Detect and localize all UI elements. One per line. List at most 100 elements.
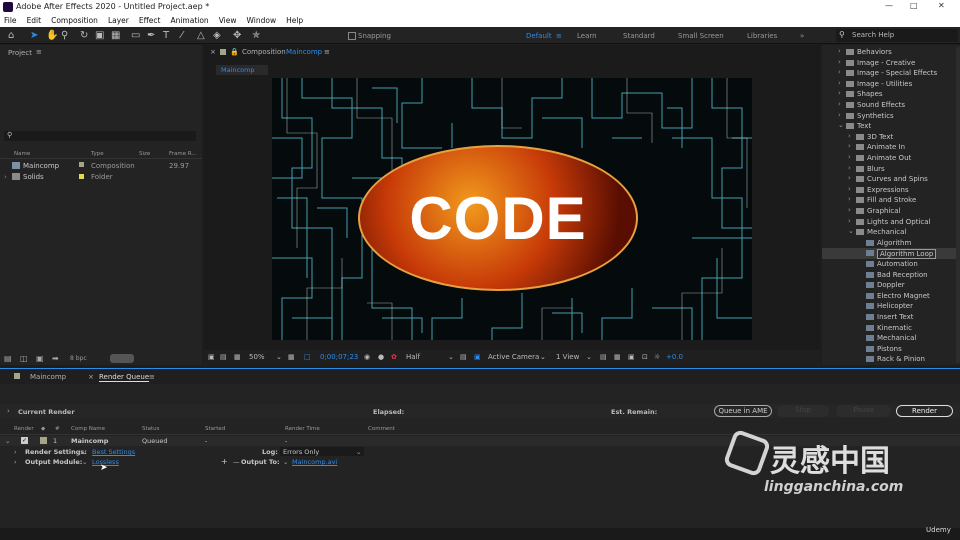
effects-tree-item[interactable]: › Graphical — [822, 206, 956, 217]
menu-edit[interactable]: Edit — [27, 16, 42, 25]
chevron-down-icon[interactable]: ⌄ — [838, 121, 844, 129]
lock-icon[interactable]: 🔒 — [230, 48, 239, 56]
table-row[interactable]: › Solids Folder — [0, 172, 202, 182]
effects-tree-item[interactable]: Helicopter — [822, 301, 956, 312]
menu-layer[interactable]: Layer — [108, 16, 129, 25]
flowchart-icon[interactable]: ⊡ — [642, 353, 648, 361]
col-render[interactable]: Render — [14, 426, 34, 432]
render-icon[interactable]: ▦ — [614, 353, 621, 361]
workspace-learn[interactable]: Learn — [577, 32, 597, 40]
render-button[interactable]: Render — [896, 405, 953, 417]
effects-tree-item[interactable]: › Blurs — [822, 164, 956, 175]
delete-icon[interactable] — [110, 354, 134, 363]
interpret-footage-icon[interactable]: ▤ — [4, 354, 12, 363]
chevron-right-icon[interactable]: › — [848, 195, 851, 203]
panel-menu-icon[interactable]: ≡ — [36, 48, 42, 56]
exposure-value[interactable]: +0.0 — [666, 353, 683, 361]
pan-behind-tool-icon[interactable]: ▦ — [111, 30, 120, 41]
menu-window[interactable]: Window — [247, 16, 277, 25]
reset-exposure-icon[interactable]: ☼ — [654, 353, 660, 361]
view-layout[interactable]: 1 View — [556, 353, 579, 361]
workspace-small-screen[interactable]: Small Screen — [678, 32, 724, 40]
resolution[interactable]: Half — [406, 353, 420, 361]
chevron-down-icon[interactable]: ⌄ — [82, 448, 87, 456]
render-settings-link[interactable]: Best Settings — [92, 448, 135, 456]
monitor-icon[interactable]: ▤ — [220, 353, 227, 361]
col-comment[interactable]: Comment — [368, 426, 395, 432]
col-name[interactable]: Name — [14, 151, 30, 157]
tab-maincomp[interactable]: Maincomp — [30, 373, 66, 381]
zoom-tool-icon[interactable]: ⚲ — [61, 30, 68, 41]
chevron-right-icon[interactable]: › — [848, 206, 851, 214]
magnification[interactable]: 50% — [249, 353, 265, 361]
effects-tree-item[interactable]: Bad Reception — [822, 270, 956, 281]
col-number[interactable]: # — [55, 426, 60, 432]
chevron-right-icon[interactable]: › — [838, 68, 841, 76]
rotate-tool-icon[interactable]: ↻ — [80, 30, 88, 41]
effects-tree-item[interactable]: Electro Magnet — [822, 291, 956, 302]
expand-arrow-icon[interactable]: › — [14, 458, 17, 466]
effects-tree-item[interactable]: › Curves and Spins — [822, 174, 956, 185]
eraser-tool-icon[interactable]: ◈ — [213, 30, 221, 41]
collapse-arrow-icon[interactable]: ⌄ — [5, 437, 10, 445]
chevron-right-icon[interactable]: › — [848, 217, 851, 225]
brush-tool-icon[interactable]: ⁄ — [181, 30, 183, 41]
output-to-link[interactable]: Maincomp.avi — [292, 458, 337, 466]
chevron-down-icon[interactable]: ⌄ — [848, 227, 854, 235]
camera-view[interactable]: Active Camera — [488, 353, 539, 361]
3d-draft-icon[interactable]: ▣ — [628, 353, 635, 361]
workspace-default[interactable]: Default — [526, 32, 552, 40]
col-type[interactable]: Type — [91, 151, 104, 157]
effects-tree-item[interactable]: › Sound Effects — [822, 100, 956, 111]
transparency-grid-icon[interactable]: ▣ — [474, 353, 481, 361]
label-color-swatch[interactable] — [40, 437, 47, 444]
composition-canvas[interactable]: CODE — [272, 78, 752, 340]
log-select[interactable]: Errors Only — [280, 447, 364, 456]
chevron-down-icon[interactable]: ⌄ — [586, 353, 592, 361]
effects-tree-item[interactable]: › Expressions — [822, 185, 956, 196]
col-frame-rate[interactable]: Frame R... — [169, 151, 197, 157]
menu-effect[interactable]: Effect — [139, 16, 161, 25]
expand-arrow-icon[interactable]: › — [4, 173, 7, 181]
effects-tree-item[interactable]: Kinematic — [822, 323, 956, 334]
effects-tree-item[interactable]: Insert Text — [822, 312, 956, 323]
chevron-right-icon[interactable]: › — [838, 111, 841, 119]
effects-tree-item[interactable]: › Image - Utilities — [822, 79, 956, 90]
render-checkbox[interactable]: ✓ — [21, 437, 28, 444]
col-size[interactable]: Size — [139, 151, 150, 157]
shape-tool-icon[interactable]: ▭ — [131, 30, 140, 41]
workspace-libraries[interactable]: Libraries — [747, 32, 777, 40]
tab-render-queue[interactable]: Render Queue — [99, 373, 150, 382]
effects-scrollbar[interactable] — [956, 47, 960, 363]
new-composition-icon[interactable]: ▣ — [36, 354, 44, 363]
grid-icon[interactable]: ▦ — [234, 353, 241, 361]
effects-tree-item[interactable]: Pistons — [822, 344, 956, 355]
project-settings-icon[interactable]: ➡ — [52, 354, 59, 363]
tag-icon[interactable]: ◆ — [41, 426, 45, 432]
expand-arrow-icon[interactable]: › — [14, 448, 17, 456]
effects-tree-item[interactable]: › Shapes — [822, 89, 956, 100]
workspace-standard[interactable]: Standard — [623, 32, 655, 40]
maximize-icon[interactable]: □ — [910, 1, 918, 10]
effects-tree-item[interactable]: › Fill and Stroke — [822, 195, 956, 206]
label-color-swatch[interactable] — [79, 174, 84, 179]
remove-output-module-icon[interactable]: — — [233, 458, 240, 466]
minimize-icon[interactable]: — — [885, 1, 893, 10]
effects-tree-item[interactable]: Automation — [822, 259, 956, 270]
toggle-transparency-icon[interactable]: ▦ — [288, 353, 295, 361]
col-render-time[interactable]: Render Time — [285, 426, 320, 432]
bit-depth[interactable]: 8 bpc — [70, 355, 87, 362]
new-folder-icon[interactable]: ◫ — [20, 354, 28, 363]
menu-file[interactable]: File — [4, 16, 17, 25]
panel-menu-icon[interactable]: ≡ — [149, 373, 155, 381]
home-icon[interactable]: ⌂ — [8, 30, 14, 41]
chevron-right-icon[interactable]: › — [848, 164, 851, 172]
comp-navigator-tab[interactable]: Maincomp — [216, 65, 268, 75]
current-time[interactable]: 0;00;07;23 — [320, 353, 358, 361]
chevron-down-icon[interactable]: ⌄ — [283, 458, 288, 466]
chevron-right-icon[interactable]: › — [848, 132, 851, 140]
channel-icon[interactable]: ✿ — [391, 353, 397, 361]
camera-tool-icon[interactable]: ▣ — [95, 30, 104, 41]
puppet-tool-icon[interactable]: ✯ — [252, 30, 260, 41]
chevron-right-icon[interactable]: › — [848, 174, 851, 182]
